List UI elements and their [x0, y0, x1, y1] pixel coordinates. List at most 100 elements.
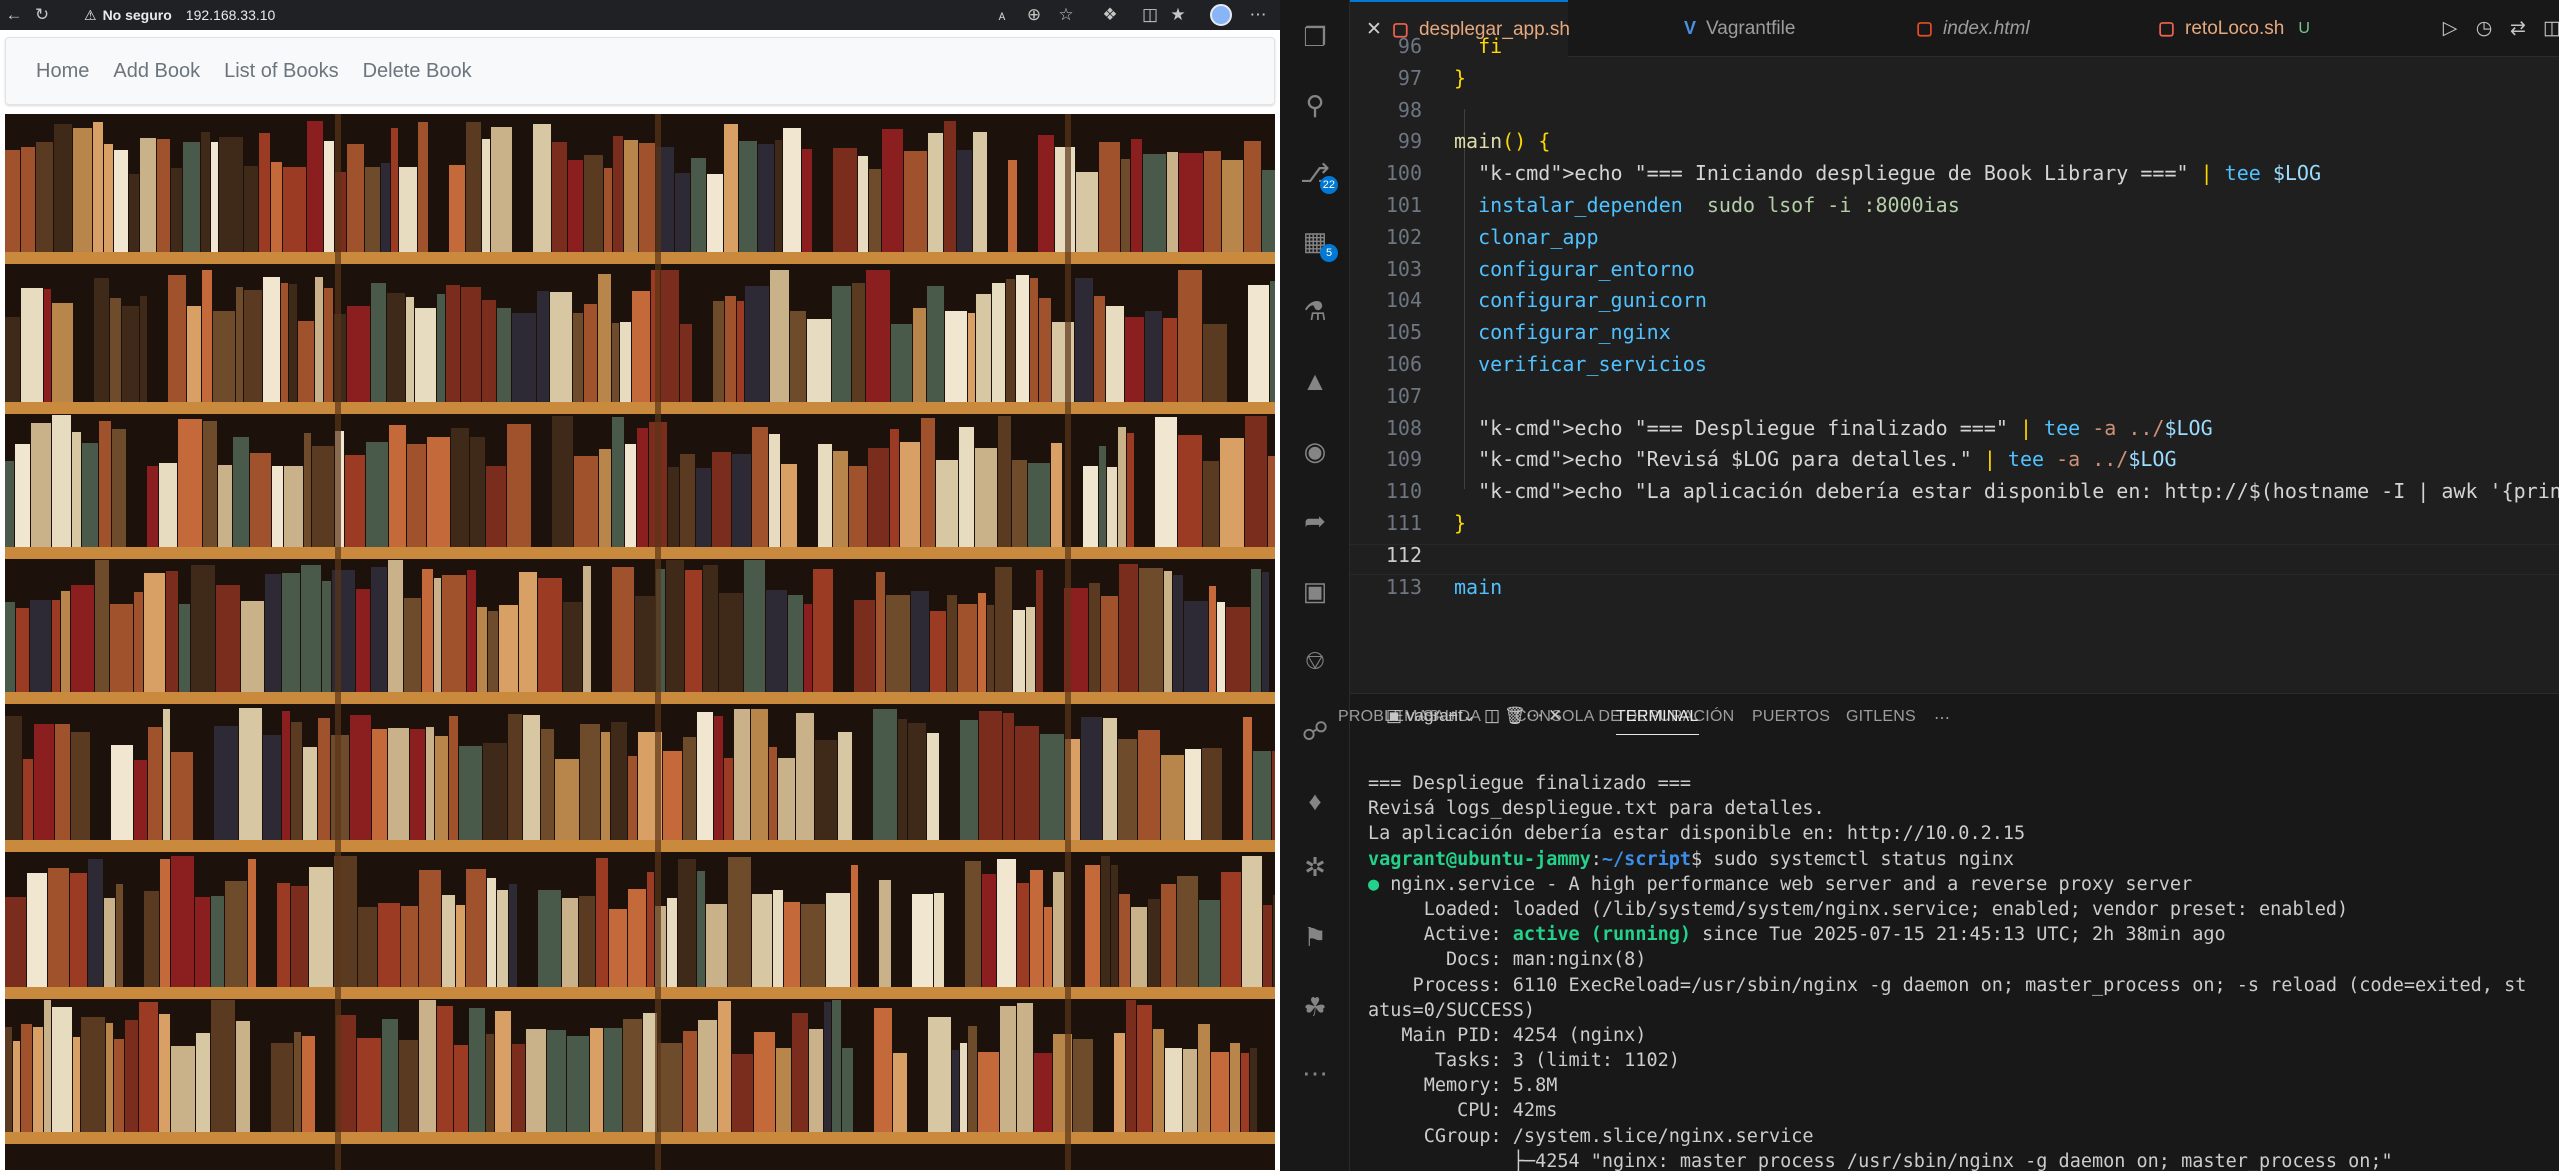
book-spine — [1131, 139, 1142, 252]
code-line[interactable]: } — [1454, 511, 1466, 535]
terminal-output[interactable]: === Despliegue finalizado === Revisá logs… — [1368, 771, 2558, 1171]
active-label: Active: — [1368, 924, 1513, 946]
split-screen-icon[interactable]: ◫ — [1138, 3, 1162, 27]
code-line[interactable]: configurar_gunicorn — [1454, 288, 1707, 312]
code-line[interactable]: "k-cmd">echo "La aplicación debería esta… — [1454, 479, 2559, 503]
active-since: since Tue 2025-07-15 21:45:13 UTC; 2h 38… — [1691, 924, 2226, 946]
code-editor[interactable]: 96 fi 97} 98 99 main() {100 "k-cmd">echo "==… — [1350, 34, 2559, 693]
code-line[interactable]: verificar_servicios — [1454, 352, 1707, 376]
kubernetes-icon[interactable]: ✲ — [1296, 848, 1334, 886]
code-line[interactable]: instalar_dependen sudo lsof -i :8000ias — [1454, 193, 1960, 217]
terminal-line: === Despliegue finalizado === — [1368, 773, 1692, 794]
book-spine — [1017, 883, 1029, 987]
wooden-shelf — [5, 1132, 1275, 1144]
security-label[interactable]: No seguro — [103, 7, 172, 23]
code-line[interactable]: clonar_app — [1454, 225, 1598, 249]
split-terminal-icon[interactable]: ◫ — [1484, 706, 1500, 726]
new-terminal-icon[interactable]: + — [1448, 706, 1458, 726]
book-spine — [73, 128, 92, 252]
tab-retoloco[interactable]: ▢ retoLoco.sh U — [2142, 0, 2326, 57]
terminal-line: CPU: 42ms — [1368, 1100, 1558, 1122]
code-line[interactable]: } — [1454, 66, 1466, 90]
tab-terminal[interactable]: TERMINAL — [1616, 708, 1699, 735]
book-spine — [599, 449, 611, 547]
extensions-icon[interactable]: ▦ 5 — [1296, 222, 1338, 262]
code-line[interactable]: main — [1454, 575, 1502, 599]
extensions-badge: 5 — [1320, 244, 1338, 262]
book-spine — [668, 467, 679, 547]
book-spine — [898, 719, 907, 840]
book-spine — [213, 311, 235, 402]
nav-list-of-books[interactable]: List of Books — [224, 60, 339, 83]
book-spine — [282, 573, 300, 692]
nav-delete-book[interactable]: Delete Book — [363, 60, 472, 83]
book-spine — [725, 296, 736, 402]
book-spine — [82, 443, 98, 547]
panel-close-icon[interactable]: ✕ — [1548, 706, 1562, 726]
back-icon[interactable]: ← — [2, 3, 26, 27]
book-spine — [628, 756, 637, 840]
tab-gitlens[interactable]: GITLENS — [1846, 708, 1916, 726]
tab-puertos[interactable]: PUERTOS — [1752, 708, 1830, 726]
code-line[interactable]: "k-cmd">echo "Revisá $LOG para detalles.… — [1454, 447, 2176, 471]
remote-explorer-icon[interactable]: ➦ — [1296, 502, 1334, 540]
git-graph-icon[interactable]: ⎊ — [1296, 642, 1334, 680]
panel-more-actions-icon[interactable]: ⋯ — [1526, 706, 1543, 726]
book-spine — [470, 437, 485, 547]
tab-index-html[interactable]: ▢ index.html — [1900, 0, 2046, 57]
nav-add-book[interactable]: Add Book — [113, 60, 200, 83]
code-line[interactable]: main() { — [1454, 129, 1550, 153]
tab-vagrantfile[interactable]: V Vagrantfile — [1668, 0, 1811, 57]
panel-tabs: PROBLEMAS SALIDA CONSOLA DE DEPURACIÓN T… — [1338, 694, 2559, 744]
book-spine — [1126, 1000, 1136, 1132]
more-views-icon[interactable]: ⋯ — [1296, 1054, 1334, 1092]
reload-icon[interactable]: ↻ — [30, 3, 54, 27]
run-icon[interactable]: ▷ — [2438, 16, 2462, 40]
nav-home[interactable]: Home — [36, 60, 89, 83]
code-line[interactable]: "k-cmd">echo "=== Iniciando despliegue d… — [1454, 161, 2321, 185]
code-line[interactable]: fi — [1454, 34, 1502, 58]
kill-terminal-icon[interactable]: 🗑 — [1504, 706, 1526, 726]
code-line[interactable]: configurar_entorno — [1454, 257, 1695, 281]
split-editor-icon[interactable]: ◫ — [2540, 16, 2559, 40]
containers-icon[interactable]: ▣ — [1296, 572, 1334, 610]
book-spine — [1272, 751, 1275, 840]
book-spine — [219, 137, 243, 252]
python-icon[interactable]: ♦ — [1296, 782, 1334, 820]
book-spine — [680, 454, 695, 547]
github-icon[interactable]: ◉ — [1296, 432, 1334, 470]
explorer-icon[interactable]: ❐ — [1296, 18, 1334, 56]
terminal-dropdown-icon[interactable]: ⌄ — [1462, 706, 1476, 726]
code-line[interactable]: "k-cmd">echo "=== Despliegue finalizado … — [1454, 416, 2213, 440]
timeline-icon[interactable]: ◷ — [2472, 16, 2496, 40]
book-spine — [978, 593, 986, 692]
favorite-star-icon[interactable]: ☆ — [1054, 3, 1078, 27]
testing-flask-icon[interactable]: ⚗ — [1296, 292, 1334, 330]
more-menu-icon[interactable]: ⋯ — [1246, 3, 1270, 27]
angular-icon[interactable]: ▲ — [1296, 362, 1334, 400]
panel-more-icon[interactable]: ⋯ — [1934, 708, 1950, 728]
source-control-icon[interactable]: ⎇ 22 — [1296, 154, 1338, 194]
extensions-icon[interactable]: ❖ — [1098, 3, 1122, 27]
profile-avatar[interactable] — [1210, 4, 1232, 26]
code-line[interactable]: configurar_nginx — [1454, 320, 1671, 344]
gitlens-icon[interactable]: ☍ — [1296, 712, 1334, 750]
book-spine — [611, 722, 627, 840]
book-spine — [410, 729, 425, 840]
url-text[interactable]: 192.168.33.10 — [186, 7, 276, 23]
book-spine — [754, 1032, 775, 1132]
book-spine — [833, 148, 857, 252]
book-spine — [752, 894, 772, 987]
read-aloud-icon[interactable]: ᴀ — [990, 3, 1014, 27]
book-spine — [1036, 570, 1043, 692]
bookmarks-icon[interactable]: ⚑ — [1296, 918, 1334, 956]
book-spine — [1138, 730, 1160, 840]
address-bar[interactable]: ⚠ No seguro 192.168.33.10 — [84, 3, 275, 27]
book-spine — [147, 466, 158, 547]
tree-view-icon[interactable]: ☘ — [1296, 988, 1334, 1026]
book-spine — [1243, 717, 1252, 840]
terminal-icon[interactable]: ▣ — [1386, 706, 1402, 726]
compare-icon[interactable]: ⇄ — [2506, 16, 2530, 40]
zoom-icon[interactable]: ⊕ — [1022, 3, 1046, 27]
search-icon[interactable]: ⚲ — [1296, 86, 1334, 124]
